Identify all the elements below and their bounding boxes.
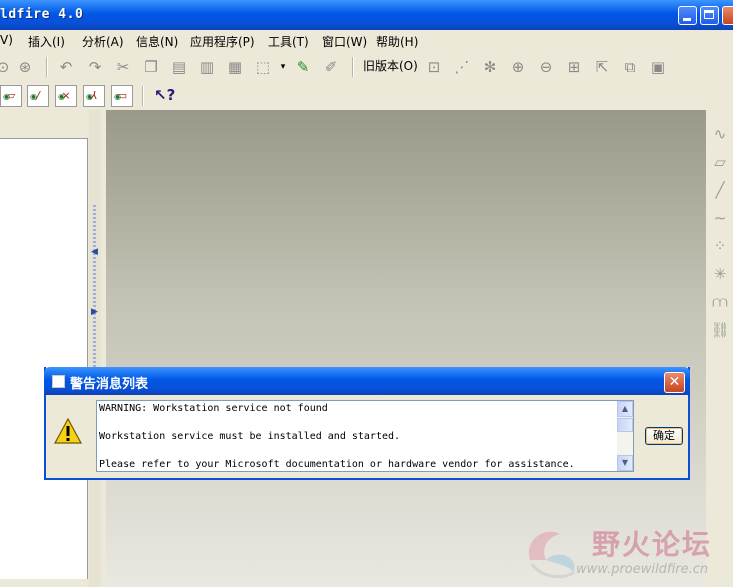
select-box-icon[interactable]: ⬚ xyxy=(254,58,272,76)
mirror-icon[interactable]: ▦ xyxy=(226,58,244,76)
layers-icon[interactable]: ▣ xyxy=(649,58,667,76)
dialog-window-icon xyxy=(52,375,65,388)
maximize-icon xyxy=(704,10,714,19)
paste-special-icon[interactable]: ▥ xyxy=(198,58,216,76)
toolbar-separator xyxy=(46,57,48,77)
menu-bar: V) 插入(I) 分析(A) 信息(N) 应用程序(P) 工具(T) 窗口(W)… xyxy=(0,30,733,50)
cut-icon[interactable]: ✂ xyxy=(114,58,132,76)
datum-plane-icon[interactable]: ▱ xyxy=(710,152,730,172)
watermark-text: 野火论坛 xyxy=(592,528,713,561)
menu-analysis[interactable]: 分析(A) xyxy=(82,33,124,50)
datum-plane-toggle-icon[interactable]: ▱ ◉ xyxy=(0,85,22,107)
toolbar-separator xyxy=(142,86,144,106)
maximize-button[interactable] xyxy=(700,6,719,25)
message-line: WARNING: Workstation service not found xyxy=(99,403,328,414)
view-refit-icon[interactable]: ⊡ xyxy=(425,58,443,76)
message-line: Please refer to your Microsoft documenta… xyxy=(99,459,575,470)
datum-axis-toggle-icon[interactable]: / ◉ xyxy=(27,85,49,107)
toolbar-separator xyxy=(352,57,354,77)
copy-icon[interactable]: ❐ xyxy=(142,58,160,76)
datum-network-icon[interactable]: ⋰ xyxy=(453,58,471,76)
graphics-window[interactable] xyxy=(106,110,706,587)
coord-system-toggle-icon[interactable]: ⅄ ◉ xyxy=(83,85,105,107)
menu-info[interactable]: 信息(N) xyxy=(136,33,178,50)
regenerate-icon[interactable]: ⊛ xyxy=(16,58,34,76)
paste-icon[interactable]: ▤ xyxy=(170,58,188,76)
window-title: ldfire 4.0 xyxy=(0,7,84,22)
menu-tools[interactable]: 工具(T) xyxy=(268,33,309,50)
old-version-button[interactable]: 旧版本(O) xyxy=(363,57,418,74)
scroll-down-icon[interactable]: ▼ xyxy=(617,455,633,471)
zoom-in-icon[interactable]: ⊕ xyxy=(509,58,527,76)
orient-icon[interactable]: ⇱ xyxy=(593,58,611,76)
sketch-icon[interactable]: ∿ xyxy=(710,124,730,144)
annotation-toggle-icon[interactable]: ▭ ◉ xyxy=(111,85,133,107)
main-toolbar: ⊙ ⊛ ↶ ↷ ✂ ❐ ▤ ▥ ▦ ⬚ ▾ ✎ ✐ 旧版本(O) ⊡ ⋰ ✻ ⊕… xyxy=(0,52,733,82)
scroll-up-icon[interactable]: ▲ xyxy=(617,401,633,417)
warning-icon xyxy=(54,418,82,444)
feature-toolbar: ∿ ▱ ╱ ∼ ⁘ ✳ ⩋ ⛓ xyxy=(706,110,733,587)
datum-display-toolbar: ▱ ◉ / ◉ × ◉ ⅄ ◉ ▭ ◉ xyxy=(0,82,733,110)
menu-applications[interactable]: 应用程序(P) xyxy=(190,33,255,50)
datum-curve-icon[interactable]: ∼ xyxy=(710,208,730,228)
context-help-icon[interactable]: ↖? xyxy=(154,86,175,104)
splitter-grip[interactable] xyxy=(93,205,96,375)
scroll-thumb[interactable] xyxy=(617,418,633,432)
menu-insert[interactable]: 插入(I) xyxy=(28,33,65,50)
menu-view[interactable]: V) xyxy=(0,33,13,47)
datum-point-toggle-icon[interactable]: × ◉ xyxy=(55,85,77,107)
close-window-button[interactable] xyxy=(722,6,733,25)
message-line: Workstation service must be installed an… xyxy=(99,431,401,442)
dialog-title: 警告消息列表 xyxy=(70,377,149,392)
redo-icon[interactable]: ↷ xyxy=(86,58,104,76)
edit-definition-icon[interactable]: ✎ xyxy=(294,58,312,76)
chevron-down-icon[interactable]: ▾ xyxy=(274,58,292,76)
minimize-button[interactable] xyxy=(678,6,697,25)
menu-help[interactable]: 帮助(H) xyxy=(376,33,418,50)
warning-dialog: 警告消息列表 ✕ WARNING: Workstation service no… xyxy=(44,367,690,480)
datum-axis-icon[interactable]: ╱ xyxy=(710,180,730,200)
chevron-left-icon[interactable]: ◀ xyxy=(91,247,98,257)
zoom-fit-icon[interactable]: ⊞ xyxy=(565,58,583,76)
dialog-close-button[interactable]: ✕ xyxy=(664,372,685,393)
message-scrollbar[interactable]: ▲ ▼ xyxy=(617,401,633,471)
watermark-url: www.proewildfire.cn xyxy=(576,562,709,577)
menu-window[interactable]: 窗口(W) xyxy=(322,33,367,50)
coordinate-system-icon[interactable]: ✳ xyxy=(710,264,730,284)
chevron-right-icon[interactable]: ▶ xyxy=(91,307,98,317)
relations-icon[interactable]: ✐ xyxy=(322,58,340,76)
model-icon[interactable]: ⊙ xyxy=(0,58,12,76)
zoom-out-icon[interactable]: ⊖ xyxy=(537,58,555,76)
title-bar[interactable]: ldfire 4.0 xyxy=(0,0,733,30)
undo-icon[interactable]: ↶ xyxy=(57,58,75,76)
message-list[interactable]: WARNING: Workstation service not found W… xyxy=(96,400,634,472)
saved-views-icon[interactable]: ⧉ xyxy=(621,58,639,76)
chain-icon[interactable]: ⛓ xyxy=(710,320,730,340)
ok-button[interactable]: 确定 xyxy=(645,427,683,445)
model-tree-panel[interactable] xyxy=(0,138,88,579)
spin-center-icon[interactable]: ✻ xyxy=(481,58,499,76)
analysis-feature-icon[interactable]: ⩋ xyxy=(710,292,730,312)
dialog-title-bar[interactable]: 警告消息列表 ✕ xyxy=(44,367,690,395)
datum-point-icon[interactable]: ⁘ xyxy=(710,236,730,256)
panel-splitter[interactable]: ◀ ▶ xyxy=(89,110,101,587)
minimize-icon xyxy=(683,18,691,21)
